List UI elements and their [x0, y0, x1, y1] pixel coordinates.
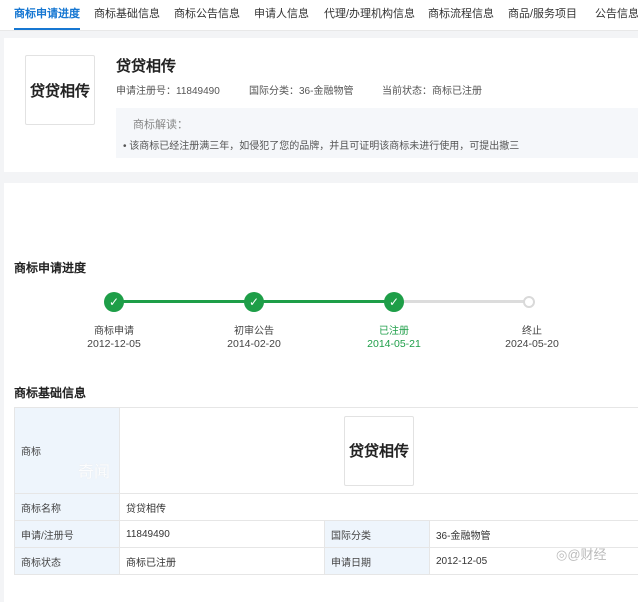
name-value: 贷贷相传 [118, 493, 638, 521]
registration-number: 申请注册号：11849490 [116, 86, 220, 97]
progress-track-pending [394, 300, 528, 303]
watermark-weibo: ◎@财经 [556, 544, 607, 563]
weibo-icon: ◎ [556, 547, 568, 562]
table-row: 申请/注册号 11849490 国际分类 36-金融物管 [14, 520, 638, 548]
trademark-image-cell: 贷贷相传 [118, 407, 638, 494]
class-label: 国际分类 [324, 520, 430, 548]
step-date: 2014-05-21 [367, 338, 421, 350]
step-check-icon: ✓ [104, 292, 124, 312]
tab-application-progress[interactable]: 商标申请进度 [14, 0, 80, 30]
step-label: 终止 [522, 326, 542, 337]
trademark-logo: 贷贷相传 [25, 55, 95, 125]
class-value: 36-金融物管 [428, 520, 638, 548]
tab-process-info[interactable]: 商标流程信息 [428, 0, 494, 30]
watermark-text: @财经 [567, 547, 607, 562]
step-label: 商标申请 [94, 326, 134, 337]
step-pending-icon [523, 296, 535, 308]
tab-announcement-info[interactable]: 商标公告信息 [174, 0, 240, 30]
basic-info-section-title: 商标基础信息 [14, 386, 87, 400]
name-label: 商标名称 [14, 493, 120, 521]
step-date: 2012-12-05 [87, 338, 141, 350]
step-date: 2024-05-20 [505, 338, 559, 350]
date-value: 2012-12-05 [428, 547, 638, 575]
reg-number-value: 11849490 [119, 520, 325, 548]
tab-applicant-info[interactable]: 申请人信息 [254, 0, 309, 30]
watermark-left: 奇闻 [78, 464, 111, 481]
tab-agency-info[interactable]: 代理/办理机构信息 [324, 0, 415, 30]
tab-bar: 商标申请进度 商标基础信息 商标公告信息 申请人信息 代理/办理机构信息 商标流… [0, 0, 638, 31]
tab-goods-services[interactable]: 商品/服务项目 [508, 0, 577, 30]
step-check-icon: ✓ [244, 292, 264, 312]
table-row: 商标状态 商标已注册 申请日期 2012-12-05 [14, 547, 638, 575]
step-check-icon: ✓ [384, 292, 404, 312]
trademark-interpretation: 商标解读： • 该商标已经注册满三年，如侵犯了您的品牌，并且可证明该商标未进行使… [116, 108, 638, 158]
interpretation-text: • 该商标已经注册满三年，如侵犯了您的品牌，并且可证明该商标未进行使用，可提出撤… [123, 141, 520, 152]
progress-section-title: 商标申请进度 [14, 261, 87, 275]
table-row: 商标名称 贷贷相传 [14, 493, 638, 521]
step-label: 已注册 [379, 326, 409, 337]
current-status: 当前状态：商标已注册 [382, 86, 482, 97]
reg-number-label: 申请/注册号 [14, 520, 120, 548]
status-value: 商标已注册 [119, 547, 325, 575]
international-class: 国际分类：36-金融物管 [249, 86, 354, 97]
tab-announcements[interactable]: 公告信息 [595, 0, 638, 30]
step-date: 2014-02-20 [227, 338, 281, 350]
trademark-title: 贷贷相传 [116, 58, 177, 75]
date-label: 申请日期 [324, 547, 430, 575]
interpretation-title: 商标解读： [133, 119, 188, 131]
trademark-image: 贷贷相传 [344, 415, 415, 486]
trademark-detail-card: 商标申请进度 ✓ ✓ ✓ 商标申请 初审公告 已注册 终止 2012-12-05… [4, 183, 638, 602]
basic-info-table: 商标 贷贷相传 商标名称 贷贷相传 申请/注册号 11849490 国际分类 3… [14, 407, 638, 575]
tab-basic-info[interactable]: 商标基础信息 [94, 0, 160, 30]
status-label: 商标状态 [14, 547, 120, 575]
step-label: 初审公告 [234, 326, 274, 337]
trademark-summary-card: 贷贷相传 贷贷相传 申请注册号：11849490 国际分类：36-金融物管 当前… [4, 38, 638, 172]
